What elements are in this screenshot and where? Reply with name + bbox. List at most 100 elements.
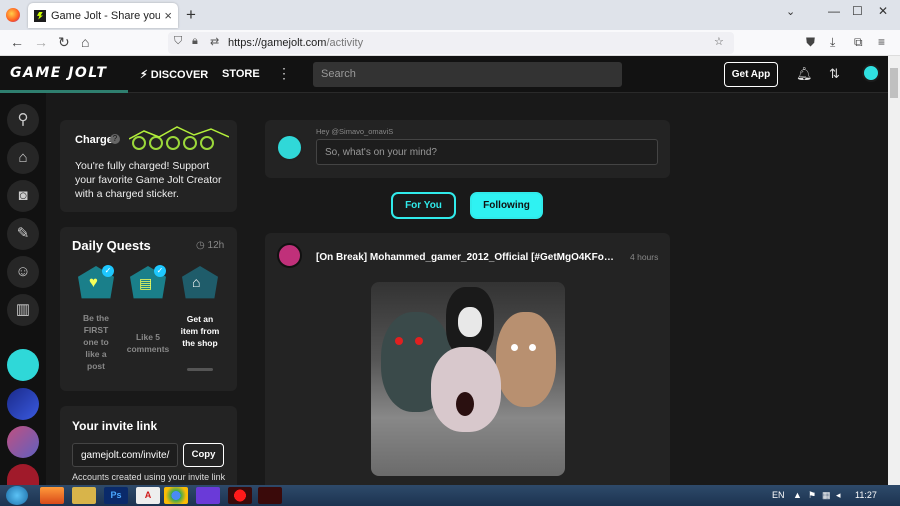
post-timestamp[interactable]: 4 hours [630,252,658,262]
downloads-icon[interactable]: ⤓ [830,35,835,50]
charge-text: You're fully charged! Support your favor… [75,160,222,200]
tab-for-you[interactable]: For You [391,192,456,219]
store-icon[interactable]: ⌂ [7,142,39,174]
quest-complete-check-icon: ✓ [154,265,166,277]
gamejolt-logo[interactable]: GAME JOLT [10,65,107,81]
network-icon[interactable]: ▦ [822,490,831,501]
invite-link-field[interactable]: gamejolt.com/invite/ [72,443,178,467]
post-author-name[interactable]: [On Break] Mohammed_gamer_2012_Official … [316,252,616,263]
home-icon[interactable]: ⌂ [81,34,89,50]
quest-label: Get an item from the shop [180,314,220,348]
backpack-icon[interactable]: ◙ [7,180,39,212]
user-avatar[interactable] [862,64,880,82]
red-eye-left [395,337,403,345]
white-eye-right [529,344,536,351]
invite-title: Your invite link [72,419,158,433]
creator-icon[interactable]: ✎ [7,218,39,250]
friends-icon[interactable]: ⇅ [829,66,840,82]
gamejolt-topbar: GAME JOLT ⚡︎ DISCOVER STORE ⋮ Search Get… [0,56,888,93]
opera-taskbar-icon[interactable] [228,487,252,504]
explorer-taskbar-icon[interactable] [72,487,96,504]
more-menu-icon[interactable]: ⋮ [277,65,291,82]
windows-taskbar: Ps A EN ▲ ⚑ ▦ ◂ 11:27 [0,485,900,506]
quest-complete-check-icon: ✓ [102,265,114,277]
shield-icon[interactable]: ⛉ [174,35,182,48]
start-button[interactable] [6,486,28,505]
clock[interactable]: 11:27 [855,490,877,500]
browser-navbar: ← → ↻ ⌂ ⛉ 🔒︎ ⇄ https://gamejolt.com/acti… [0,30,900,56]
notifications-bell-icon[interactable]: 🔔︎ [796,66,813,82]
post-author-avatar[interactable] [277,243,302,268]
red-eye-right [415,337,423,345]
back-arrow-icon[interactable]: ← [10,34,24,50]
flag-icon[interactable]: ⚑ [808,490,816,501]
comment-icon: ▤ [139,275,153,291]
quest-label: Be the FIRST one to like a post [83,313,109,371]
new-tab-button[interactable]: + [186,5,196,25]
forward-arrow-icon[interactable]: → [34,34,48,50]
tab-following[interactable]: Following [470,192,543,219]
charge-help-icon[interactable]: ? [110,134,120,144]
tab-close-icon[interactable]: × [164,8,172,23]
charge-orbs-icon [129,126,229,150]
permissions-icon[interactable]: ⇄ [210,35,219,48]
post-image[interactable] [371,282,565,476]
browser-tab-bar: Game Jolt - Share your creations × + ⌄ —… [0,0,900,30]
quest-progress-bar [187,368,213,371]
realms-icon[interactable]: ▥ [7,294,39,326]
language-indicator[interactable]: EN [772,490,785,500]
extensions-icon[interactable]: ⧉ [854,35,863,50]
shop-icon: ⌂ [192,274,201,290]
composer-input[interactable]: So, what's on your mind? [316,139,658,165]
composer-avatar[interactable] [276,134,303,161]
url-text: https://gamejolt.com/activity [228,37,364,49]
app2-taskbar-icon[interactable] [258,487,282,504]
mouth [456,392,474,416]
heart-icon: ♥ [89,274,98,291]
firefox-icon[interactable] [6,8,20,22]
discover-link[interactable]: ⚡︎ DISCOVER [140,68,208,81]
composer-greeting: Hey @Simavo_omaviS [316,127,394,136]
volume-icon[interactable]: ◂ [836,490,841,501]
pale-face [458,307,482,337]
photoshop-taskbar-icon[interactable]: Ps [104,487,128,504]
search-input[interactable]: Search [313,62,622,87]
lock-icon[interactable]: 🔒︎ [192,35,198,48]
window-maximize-button[interactable]: ☐ [852,4,863,18]
daily-quests-title: Daily Quests [72,238,151,253]
game-jolt-home-icon[interactable]: ⚲ [7,104,39,136]
white-eye-left [511,344,518,351]
get-app-button[interactable]: Get App [724,62,778,87]
pocket-icon[interactable]: ⛊ [806,35,815,50]
left-rail: ⚲ ⌂ ◙ ✎ ☺ ▥ [0,93,46,485]
window-minimize-button[interactable]: — [828,4,840,18]
chrome-taskbar-icon[interactable] [164,487,188,504]
url-bar[interactable]: ⛉ 🔒︎ ⇄ https://gamejolt.com/activity ☆ [168,32,734,54]
daily-quests-timer: ◷ 12h [196,240,225,251]
quest-label: Like 5 comments [126,332,170,354]
scrollbar-thumb[interactable] [890,68,898,98]
browser-tab[interactable]: Game Jolt - Share your creations × [28,3,178,28]
invite-note: Accounts created using your invite link [72,472,226,482]
acrobat-taskbar-icon[interactable]: A [136,487,160,504]
community-avatar-2[interactable] [7,388,39,420]
tray-chevron-icon[interactable]: ▲ [793,490,802,500]
chat-icon[interactable]: ☺ [7,256,39,288]
store-link[interactable]: STORE [222,68,260,80]
community-avatar-4[interactable] [7,464,39,485]
firefox-taskbar-icon[interactable] [40,487,64,504]
window-close-button[interactable]: ✕ [878,4,888,18]
tab-title: Game Jolt - Share your creations [51,9,161,22]
reload-icon[interactable]: ↻ [58,34,70,51]
page-scrollbar[interactable] [888,56,900,485]
community-avatar-3[interactable] [7,426,39,458]
gamejolt-favicon-icon [34,9,46,22]
community-avatar-1[interactable] [7,349,39,381]
app-taskbar-icon[interactable] [196,487,220,504]
charge-title: Charge [75,134,113,146]
figure-right [496,312,556,407]
copy-button[interactable]: Copy [183,443,224,467]
bookmark-star-icon[interactable]: ☆ [714,35,724,48]
menu-icon[interactable]: ≡ [878,35,885,49]
tab-list-chevron-icon[interactable]: ⌄ [786,5,795,18]
